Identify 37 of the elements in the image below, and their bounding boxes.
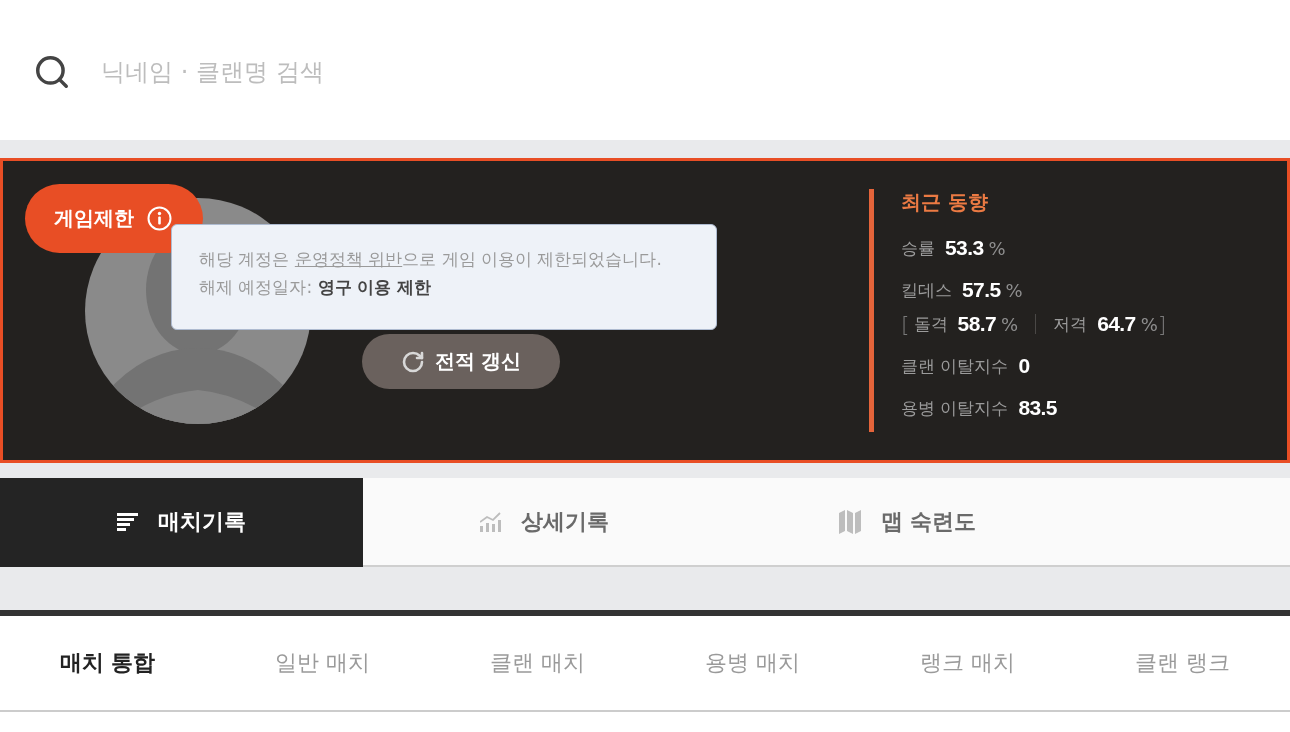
stat-label: 클랜 이탈지수 <box>901 354 1009 378</box>
stat-label: 용병 이탈지수 <box>901 396 1009 420</box>
match-filter-tab[interactable]: 랭크 매치 <box>920 643 1015 683</box>
stat-value: 53.3 <box>945 236 984 260</box>
stat-label: 저격 <box>1053 312 1088 336</box>
tab[interactable]: 매치기록 <box>0 478 363 567</box>
release-date-text: 해제 예정일자: 영구 이용 제한 <box>199 276 432 299</box>
bar-chart-icon <box>480 511 501 532</box>
stat-value: 57.5 <box>962 278 1001 302</box>
stat-value: 64.7 <box>1097 312 1136 336</box>
map-icon <box>838 509 861 534</box>
list-lines-icon <box>117 512 138 531</box>
search-field[interactable]: 닉네임 · 클랜명 검색 <box>101 50 721 94</box>
stat-value: 83.5 <box>1018 396 1057 420</box>
policy-link[interactable]: 운영정책 위반 <box>294 249 403 269</box>
stat-value: 0 <box>1018 354 1030 378</box>
stat-value: 58.7 <box>957 312 997 336</box>
stat-label: 킬데스 <box>901 278 952 302</box>
stat-unit: % <box>1140 313 1158 335</box>
stat-unit: % <box>1005 279 1023 301</box>
stat-label: 돌격 <box>913 312 948 336</box>
bracket: ] <box>1157 311 1167 337</box>
stat-label: 승률 <box>901 236 935 260</box>
refresh-button[interactable]: 전적 갱신 <box>362 334 560 389</box>
bracket: [ <box>901 311 910 337</box>
match-filter-tab[interactable]: 일반 매치 <box>275 643 370 683</box>
match-filter-tab[interactable]: 매치 통합 <box>59 643 156 683</box>
stat-unit: % <box>1001 313 1019 335</box>
refresh-icon <box>400 349 425 374</box>
match-filter-tab[interactable]: 용병 매치 <box>705 643 800 683</box>
match-filter-tab[interactable]: 클랜 랭크 <box>1135 643 1230 683</box>
restriction-badge[interactable]: 게임제한 <box>25 184 203 253</box>
search-icon <box>33 53 71 91</box>
section-title: 최근 동향 <box>901 190 988 214</box>
info-icon <box>147 206 172 231</box>
match-filter-tab[interactable]: 클랜 매치 <box>490 643 585 683</box>
stat-unit: % <box>988 237 1006 259</box>
